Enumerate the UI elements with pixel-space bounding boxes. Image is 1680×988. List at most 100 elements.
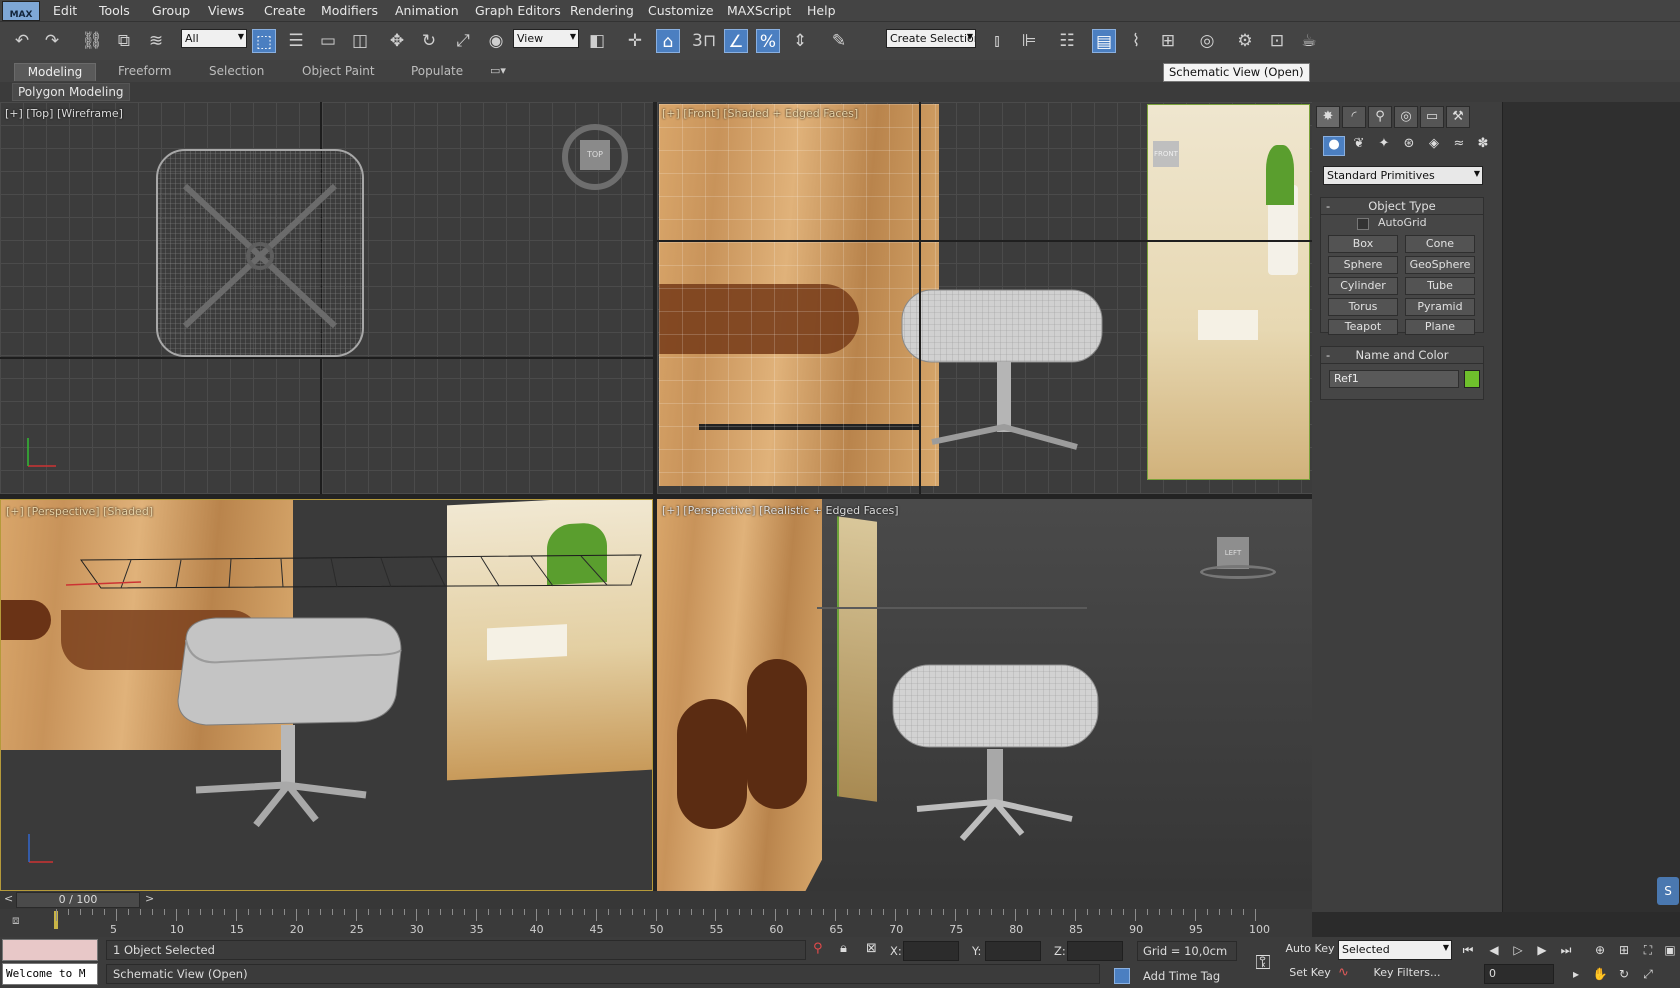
key-filters-button[interactable]: Key Filters... <box>1362 964 1452 984</box>
set-key-icon[interactable]: ⚿ <box>1246 945 1280 979</box>
systems-icon[interactable]: ✽ <box>1472 136 1494 156</box>
snap-toggle-icon[interactable]: 3⊓ <box>692 29 716 53</box>
object-color-swatch[interactable] <box>1464 370 1480 388</box>
slider-next-icon[interactable]: > <box>145 892 154 905</box>
sphere-button[interactable]: Sphere <box>1328 256 1398 274</box>
polygon-modeling-panel[interactable]: Polygon Modeling <box>12 83 130 101</box>
schematic-view-icon[interactable]: ⊞ <box>1156 29 1180 53</box>
menu-maxscript[interactable]: MAXScript <box>727 3 791 18</box>
track-bar[interactable]: ⧈ 5 10 15 20 25 30 35 40 45 50 55 60 65 70 75 80 85 90 95 1… <box>0 909 1312 937</box>
cone-button[interactable]: Cone <box>1405 235 1475 253</box>
edit-named-sets-icon[interactable]: ✎ <box>827 29 851 53</box>
zoom-extents-icon[interactable]: ⛶ <box>1638 941 1658 959</box>
render-setup-icon[interactable]: ⚙ <box>1233 29 1257 53</box>
auto-key-button[interactable]: Auto Key <box>1284 940 1336 960</box>
spinner-snap-icon[interactable]: ⇕ <box>788 29 812 53</box>
rendered-frame-icon[interactable]: ⊡ <box>1265 29 1289 53</box>
modify-tab-icon[interactable]: ◜ <box>1342 106 1366 128</box>
space-warps-icon[interactable]: ≈ <box>1448 136 1470 156</box>
next-frame-icon[interactable]: ▶ <box>1532 941 1552 959</box>
isolate-selection-icon[interactable]: ⚲ <box>813 941 823 956</box>
redo-icon[interactable]: ↷ <box>40 29 64 53</box>
ribbon-options-icon[interactable]: ▭▾ <box>490 64 506 77</box>
geosphere-button[interactable]: GeoSphere <box>1405 256 1475 274</box>
selection-set-select[interactable]: Create Selection Se▼ <box>886 29 976 48</box>
viewport-top[interactable]: TOP [+] [Top] [Wireframe] <box>0 102 653 494</box>
set-key-button[interactable]: Set Key <box>1284 964 1336 984</box>
move-icon[interactable]: ✥ <box>385 29 409 53</box>
key-mode-select[interactable]: Selected ▼ <box>1338 940 1452 960</box>
ribbon-tab-populate[interactable]: Populate <box>403 63 471 81</box>
menu-create[interactable]: Create <box>264 3 306 18</box>
hierarchy-tab-icon[interactable]: ⚲ <box>1368 106 1392 128</box>
create-tab-icon[interactable]: ✸ <box>1316 106 1340 128</box>
bind-space-warp-icon[interactable]: ≋ <box>144 29 168 53</box>
shapes-icon[interactable]: ❦ <box>1348 136 1370 156</box>
viewport-perspective-shaded[interactable]: [+] [Perspective] [Shaded] <box>0 499 653 891</box>
tube-button[interactable]: Tube <box>1405 277 1475 295</box>
manipulate-icon[interactable]: ✛ <box>623 29 647 53</box>
prev-frame-icon[interactable]: ◀ <box>1484 941 1504 959</box>
viewcube[interactable]: FRONT <box>1153 141 1179 167</box>
viewport-label-top[interactable]: [+] [Top] [Wireframe] <box>5 107 123 120</box>
x-field[interactable] <box>903 941 959 961</box>
cameras-icon[interactable]: ⊛ <box>1398 136 1420 156</box>
select-by-name-icon[interactable]: ☰ <box>284 29 308 53</box>
autogrid-checkbox[interactable] <box>1357 218 1369 230</box>
current-frame-field[interactable]: 0 <box>1484 964 1554 984</box>
placement-icon[interactable]: ◉ <box>484 29 508 53</box>
rollout-header[interactable]: - Name and Color <box>1321 347 1483 364</box>
absolute-mode-icon[interactable]: ⊠ <box>866 941 877 956</box>
slider-prev-icon[interactable]: < <box>4 892 13 905</box>
align-icon[interactable]: ⊫ <box>1017 29 1041 53</box>
viewport-label-persp-shaded[interactable]: [+] [Perspective] [Shaded] <box>6 505 153 518</box>
rollout-header[interactable]: - Object Type <box>1321 198 1483 215</box>
box-button[interactable]: Box <box>1328 235 1398 253</box>
viewport-label-front[interactable]: [+] [Front] [Shaded + Edged Faces] <box>662 107 858 120</box>
zoom-extents-all-icon[interactable]: ▣ <box>1660 941 1680 959</box>
selection-lock-icon[interactable]: 🔒︎ <box>840 941 847 956</box>
menu-views[interactable]: Views <box>208 3 244 18</box>
rotate-icon[interactable]: ↻ <box>417 29 441 53</box>
menu-help[interactable]: Help <box>807 3 836 18</box>
play-icon[interactable]: ▷ <box>1508 941 1528 959</box>
menu-rendering[interactable]: Rendering <box>570 3 634 18</box>
viewport-perspective-realistic[interactable]: LEFT [+] [Perspective] [Realistic + Edge… <box>657 499 1312 891</box>
z-field[interactable] <box>1067 941 1123 961</box>
ribbon-tab-object-paint[interactable]: Object Paint <box>294 63 383 81</box>
zoom-all-icon[interactable]: ⊞ <box>1614 941 1634 959</box>
goto-start-icon[interactable]: ⏮ <box>1458 941 1478 959</box>
viewcube-ring[interactable]: TOP <box>562 124 628 190</box>
scale-icon[interactable]: ⤢ <box>451 29 475 53</box>
window-crossing-icon[interactable]: ◫ <box>348 29 372 53</box>
motion-tab-icon[interactable]: ◎ <box>1394 106 1418 128</box>
menu-animation[interactable]: Animation <box>395 3 459 18</box>
ribbon-tab-modeling[interactable]: Modeling <box>14 63 96 81</box>
menu-tools[interactable]: Tools <box>99 3 130 18</box>
lights-icon[interactable]: ✦ <box>1373 136 1395 156</box>
rectangle-region-icon[interactable]: ▭ <box>316 29 340 53</box>
utilities-tab-icon[interactable]: ⚒ <box>1446 106 1470 128</box>
menu-edit[interactable]: Edit <box>53 3 77 18</box>
teapot-button[interactable]: Teapot <box>1328 319 1398 335</box>
selection-filter-select[interactable]: All ▼ <box>181 29 247 48</box>
menu-customize[interactable]: Customize <box>648 3 714 18</box>
unlink-icon[interactable]: ⧉ <box>112 29 136 53</box>
y-field[interactable] <box>985 941 1041 961</box>
keyboard-shortcut-icon[interactable]: ⌂ <box>656 29 680 53</box>
time-slider-thumb[interactable]: 0 / 100 <box>16 892 140 908</box>
viewcube-ring[interactable] <box>1200 565 1276 579</box>
pan-icon[interactable]: ✋ <box>1590 965 1610 983</box>
pivot-icon[interactable]: ◧ <box>585 29 609 53</box>
render-icon[interactable]: ☕ <box>1297 29 1321 53</box>
mirror-icon[interactable]: ⫾ <box>985 29 1009 53</box>
plane-button[interactable]: Plane <box>1405 319 1475 335</box>
add-time-tag[interactable]: Add Time Tag <box>1143 969 1220 983</box>
time-tag-toggle[interactable] <box>1114 968 1130 984</box>
link-icon[interactable]: ⛓ <box>80 29 104 53</box>
category-dropdown[interactable]: Standard Primitives ▼ <box>1323 166 1483 185</box>
default-tangent-icon[interactable]: ∿ <box>1338 965 1360 985</box>
menu-group[interactable]: Group <box>152 3 190 18</box>
maxscript-mini-listener[interactable]: Welcome to M <box>2 963 98 985</box>
ribbon-tab-selection[interactable]: Selection <box>201 63 272 81</box>
